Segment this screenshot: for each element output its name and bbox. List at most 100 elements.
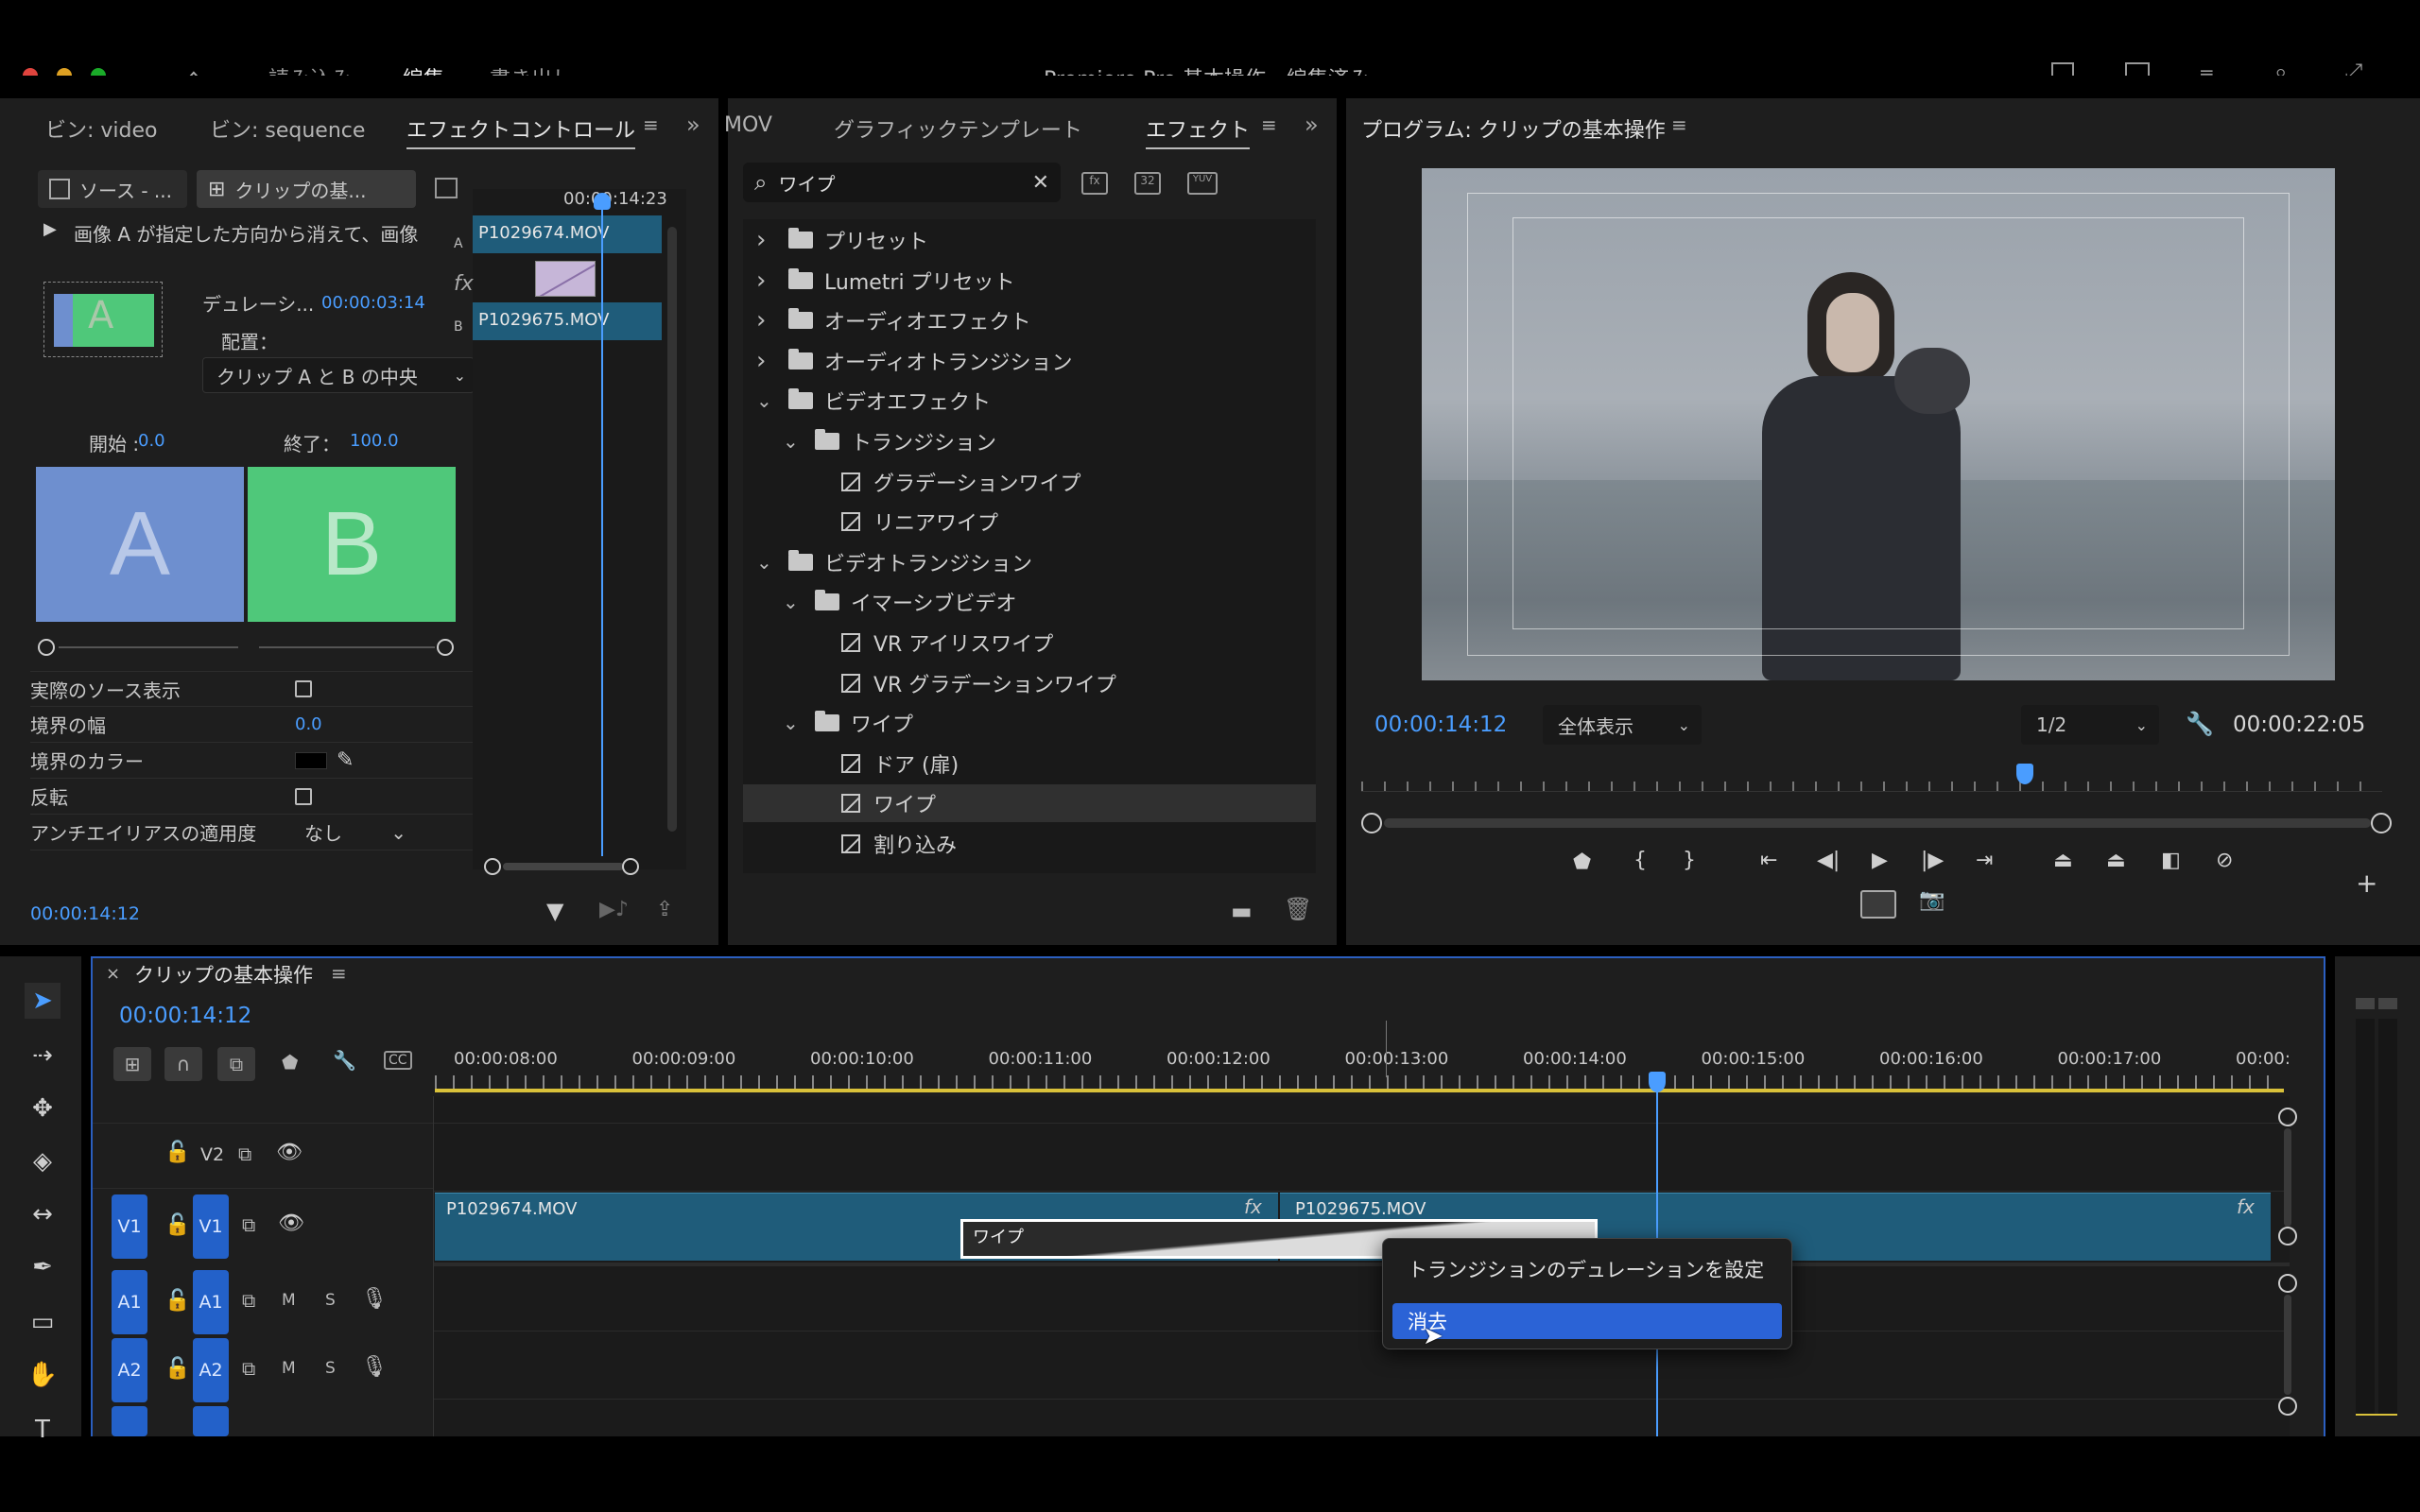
go-to-in-icon[interactable]: ⇤	[1760, 849, 1777, 872]
v2-label[interactable]: V2	[200, 1144, 224, 1165]
timeline-playhead-handle[interactable]	[1649, 1072, 1666, 1092]
camera-icon[interactable]: 📷	[1919, 888, 1945, 912]
yuv-icon[interactable]: YUV	[1187, 172, 1218, 195]
settings-wrench-icon[interactable]: 🔧	[2186, 711, 2214, 737]
zoom-window-button[interactable]	[91, 68, 106, 76]
type-tool-icon[interactable]: T	[25, 1412, 60, 1448]
filter-icon[interactable]: ▼	[546, 898, 563, 924]
nav-import[interactable]: 読み込み	[268, 62, 352, 76]
border-color-swatch[interactable]	[295, 751, 327, 769]
effects-tree-item[interactable]: › Lumetri プリセット	[743, 262, 1316, 300]
minimize-window-button[interactable]	[57, 68, 72, 76]
eye-icon[interactable]: 👁	[276, 1141, 302, 1164]
v1-track-target[interactable]: V1	[193, 1194, 229, 1259]
effects-tree-item[interactable]: リニアワイプ	[743, 503, 1316, 541]
clip-selector[interactable]: ⊞ クリップの基...	[197, 170, 416, 208]
tab-effects[interactable]: エフェクト	[1146, 113, 1251, 149]
chevron-down-icon[interactable]: ⌄	[783, 591, 802, 613]
eyedropper-icon[interactable]: ✎	[337, 748, 354, 772]
sequence-tab-title[interactable]: クリップの基本操作	[134, 960, 313, 988]
duration-value[interactable]: 00:00:03:14	[321, 293, 425, 313]
razor-tool-icon[interactable]: ◈	[25, 1143, 60, 1179]
work-area-bar[interactable]	[435, 1089, 2284, 1092]
effects-menu-icon[interactable]: ≡	[1261, 113, 1277, 136]
timeline-ruler[interactable]: 00:00:08:00 00:00:09:00 00:00:10:00 00:00:1…	[435, 1040, 2290, 1092]
chevron-right-icon[interactable]: ›	[756, 347, 775, 375]
lift-icon[interactable]: ⏏	[2053, 849, 2073, 872]
a3-track-target[interactable]	[193, 1406, 229, 1436]
effects-search[interactable]: ⌕ ✕	[743, 163, 1061, 202]
program-menu-icon[interactable]: ≡	[1671, 113, 1687, 136]
snap-icon[interactable]: ∩	[164, 1047, 202, 1081]
effects-tree-item[interactable]: ⌄ ビデオトランジション	[743, 543, 1316, 581]
reverse-checkbox[interactable]	[295, 787, 312, 805]
program-ruler[interactable]	[1361, 764, 2382, 792]
program-scroll-bar[interactable]	[1361, 813, 2392, 833]
extract-icon[interactable]: ⏏	[2106, 849, 2126, 872]
hand-tool-icon[interactable]: ✋	[25, 1357, 60, 1393]
selection-tool-icon[interactable]: ➤	[25, 983, 60, 1019]
track-select-tool-icon[interactable]: ⇢	[25, 1038, 60, 1074]
eye-icon[interactable]: 👁	[278, 1211, 304, 1235]
mark-in-icon[interactable]: {	[1634, 849, 1647, 872]
ec-scrollbar[interactable]	[667, 227, 677, 832]
linked-selection-icon[interactable]: ⧉	[217, 1047, 255, 1081]
ec-transition-block[interactable]	[535, 261, 596, 297]
a1-source-patch[interactable]: A1	[112, 1270, 147, 1334]
a1-track-target[interactable]: A1	[193, 1270, 229, 1334]
resolution-dropdown[interactable]: 1/2 ⌄	[2021, 705, 2159, 745]
chevron-down-icon[interactable]: ⌄	[756, 551, 775, 574]
panel-menu-icon[interactable]: ≡	[643, 113, 659, 136]
chevron-down-icon[interactable]: ⌄	[756, 389, 775, 412]
progress-icon[interactable]: ≡	[2199, 62, 2215, 76]
accelerated-effects-icon[interactable]: fx	[1081, 172, 1108, 195]
a3-source-patch[interactable]	[112, 1406, 147, 1436]
mute-button[interactable]: M	[282, 1359, 296, 1378]
program-current-timecode[interactable]: 00:00:14:12	[1374, 713, 1507, 737]
show-actual-sources-checkbox[interactable]	[295, 680, 312, 697]
effects-tree-item[interactable]: › オーディオエフェクト	[743, 301, 1316, 339]
tab-bin-sequence[interactable]: ビン: sequence	[210, 113, 365, 144]
effects-tree-item[interactable]: グラデーションワイプ	[743, 463, 1316, 501]
ec-clip-b[interactable]: P1029675.MOV	[473, 302, 662, 340]
lock-icon[interactable]: 🔓	[164, 1213, 190, 1237]
export-icon[interactable]: ⇪	[656, 898, 673, 921]
effects-tree-item[interactable]: › プリセット	[743, 221, 1316, 259]
ec-playhead-handle[interactable]	[594, 193, 611, 210]
effects-tree-item[interactable]: ⌄ イマーシブビデオ	[743, 583, 1316, 621]
antialiasing-dropdown[interactable]: なし ⌄	[295, 818, 412, 847]
chevron-down-icon[interactable]: ⌄	[783, 430, 802, 453]
new-bin-icon[interactable]: ▬	[1231, 898, 1253, 924]
end-value[interactable]: 100.0	[350, 431, 399, 451]
effects-search-input[interactable]	[778, 171, 1006, 194]
close-sequence-icon[interactable]: ×	[106, 964, 120, 984]
step-back-icon[interactable]: ◀|	[1817, 849, 1840, 872]
lock-icon[interactable]: 🔓	[164, 1289, 190, 1313]
tab-bin-video[interactable]: ビン: video	[45, 113, 158, 144]
tab-effect-controls[interactable]: エフェクトコントロール	[406, 113, 636, 149]
ripple-edit-tool-icon[interactable]: ✥	[25, 1091, 60, 1126]
ec-playhead[interactable]	[601, 195, 603, 856]
effects-tree-item[interactable]: 割り込み	[743, 825, 1316, 863]
effects-tree-item[interactable]: › オーディオトランジション	[743, 342, 1316, 380]
tab-mov[interactable]: MOV	[724, 113, 772, 137]
a2-track-target[interactable]: A2	[193, 1338, 229, 1402]
search-icon[interactable]: ⌕	[2274, 59, 2287, 76]
effects-tree-item[interactable]: ドア (扉)	[743, 745, 1316, 782]
panel-overflow-icon[interactable]: »	[686, 112, 700, 138]
workspace-icon[interactable]	[2051, 62, 2074, 76]
add-marker-icon[interactable]: ⬟	[1573, 850, 1591, 874]
lock-icon[interactable]: 🔓	[164, 1357, 190, 1381]
chevron-right-icon[interactable]: ›	[756, 266, 775, 295]
sync-lock-icon[interactable]: ⧉	[242, 1213, 255, 1236]
audio-tracks-scrollbar[interactable]	[2278, 1274, 2301, 1416]
effects-tree-item[interactable]: ⌄ トランジション	[743, 422, 1316, 460]
sync-lock-icon[interactable]: ⧉	[242, 1289, 255, 1312]
v1-source-patch[interactable]: V1	[112, 1194, 147, 1259]
sync-lock-icon[interactable]: ⧉	[238, 1143, 251, 1165]
a2-source-patch[interactable]: A2	[112, 1338, 147, 1402]
zoom-dropdown[interactable]: 全体表示 ⌄	[1543, 705, 1702, 745]
play-audio-icon[interactable]: ▶♪	[599, 898, 629, 921]
trash-icon[interactable]: 🗑	[1284, 896, 1312, 922]
close-window-button[interactable]	[23, 68, 38, 76]
